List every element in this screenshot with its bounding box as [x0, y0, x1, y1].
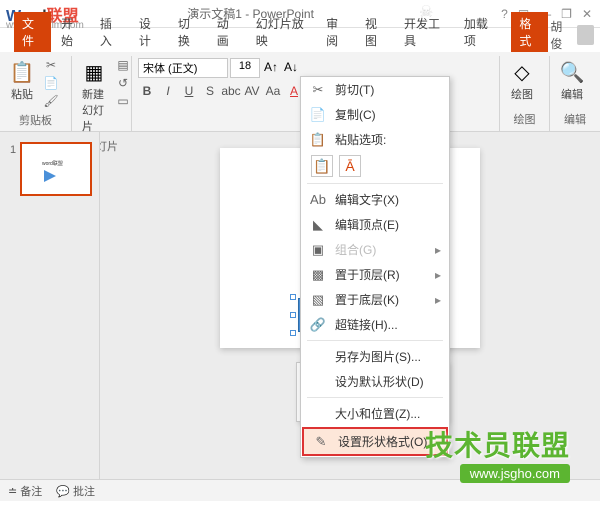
ctx-edit-points[interactable]: ◣编辑顶点(E) — [301, 212, 449, 237]
tab-insert[interactable]: 插入 — [92, 12, 129, 52]
tab-animations[interactable]: 动画 — [209, 12, 246, 52]
tab-review[interactable]: 审阅 — [318, 12, 355, 52]
increase-font-icon[interactable]: A↑ — [262, 58, 280, 78]
resize-handle[interactable] — [290, 294, 296, 300]
ctx-bring-front[interactable]: ▩置于顶层(R)▸ — [301, 262, 449, 287]
paste-button[interactable]: 📋 粘贴 — [6, 58, 38, 104]
ctx-copy[interactable]: 📄复制(C) — [301, 102, 449, 127]
bring-front-icon: ▩ — [309, 267, 327, 283]
ctx-format-shape[interactable]: ✎设置形状格式(O)... — [302, 427, 448, 456]
ctx-paste-header: 📋粘贴选项: — [301, 127, 449, 152]
ctx-cut[interactable]: ✂剪切(T) — [301, 77, 449, 102]
context-menu: ✂剪切(T) 📄复制(C) 📋粘贴选项: 📋 Ā Ab编辑文字(X) ◣编辑顶点… — [300, 76, 450, 458]
section-icon[interactable]: ▭ — [114, 94, 132, 110]
copy-icon[interactable]: 📄 — [42, 76, 60, 92]
cut-icon[interactable]: ✂ — [42, 58, 60, 74]
ctx-set-default-shape[interactable]: 设为默认形状(D) — [301, 369, 449, 394]
ctx-hyperlink[interactable]: 🔗超链接(H)... — [301, 312, 449, 337]
tab-transitions[interactable]: 切换 — [170, 12, 207, 52]
change-case-button[interactable]: Aa — [264, 82, 282, 100]
scissors-icon: ✂ — [309, 82, 327, 98]
link-icon: 🔗 — [309, 317, 327, 333]
statusbar: ≐ 备注 💬 批注 — [0, 479, 600, 501]
ctx-edit-text[interactable]: Ab编辑文字(X) — [301, 187, 449, 212]
ctx-group[interactable]: ▣组合(G)▸ — [301, 237, 449, 262]
tab-format[interactable]: 格式 — [511, 12, 548, 52]
tab-home[interactable]: 开始 — [53, 12, 90, 52]
drawing-button[interactable]: ◇ 绘图 — [506, 58, 538, 104]
ribbon-tabs: 文件 开始 插入 设计 切换 动画 幻灯片放映 审阅 视图 开发工具 加载项 格… — [0, 28, 600, 52]
user-name[interactable]: 胡俊 — [550, 18, 571, 52]
slide-thumbnail-1[interactable]: 1 word联盟 — [8, 142, 91, 196]
group-drawing-label: 绘图 — [506, 109, 543, 129]
resize-handle[interactable] — [290, 330, 296, 336]
resize-handle[interactable] — [290, 312, 296, 318]
ctx-save-as-picture[interactable]: 另存为图片(S)... — [301, 344, 449, 369]
reset-icon[interactable]: ↺ — [114, 76, 132, 92]
thumbnail-pane[interactable]: 1 word联盟 — [0, 132, 100, 488]
bold-button[interactable]: B — [138, 82, 156, 100]
edit-text-icon: Ab — [309, 192, 327, 207]
decrease-font-icon[interactable]: A↓ — [282, 58, 300, 78]
ctx-send-back[interactable]: ▧置于底层(K)▸ — [301, 287, 449, 312]
ctx-size-position[interactable]: 大小和位置(Z)... — [301, 401, 449, 426]
format-painter-icon[interactable]: 🖌 — [42, 94, 60, 110]
new-slide-button[interactable]: ▦ 新建 幻灯片 — [78, 58, 110, 136]
strikethrough-button[interactable]: abc — [222, 82, 240, 100]
paste-option-theme[interactable]: 📋 — [311, 155, 333, 177]
new-slide-icon: ▦ — [82, 60, 106, 84]
group-icon: ▣ — [309, 242, 327, 258]
find-icon: 🔍 — [560, 60, 584, 84]
tab-view[interactable]: 视图 — [357, 12, 394, 52]
edit-points-icon: ◣ — [309, 217, 327, 233]
clipboard-icon: 📋 — [10, 60, 34, 84]
char-spacing-button[interactable]: AV — [243, 82, 261, 100]
paste-icon: 📋 — [309, 132, 327, 148]
italic-button[interactable]: I — [159, 82, 177, 100]
avatar[interactable] — [577, 25, 594, 45]
tab-slideshow[interactable]: 幻灯片放映 — [248, 12, 316, 52]
send-back-icon: ▧ — [309, 292, 327, 308]
font-size-combo[interactable]: 18 — [230, 58, 260, 78]
decoration-skull: ☠ — [419, 2, 433, 22]
tab-addins[interactable]: 加载项 — [456, 12, 503, 52]
notes-toggle[interactable]: ≐ 备注 — [8, 483, 42, 499]
group-clipboard-label: 剪贴板 — [6, 110, 65, 130]
paste-option-text[interactable]: Ā — [339, 155, 361, 177]
tab-design[interactable]: 设计 — [131, 12, 168, 52]
group-editing-label: 编辑 — [556, 109, 594, 129]
comments-toggle[interactable]: 💬 批注 — [56, 483, 95, 499]
shadow-button[interactable]: S — [201, 82, 219, 100]
underline-button[interactable]: U — [180, 82, 198, 100]
editing-button[interactable]: 🔍 编辑 — [556, 58, 588, 104]
layout-icon[interactable]: ▤ — [114, 58, 132, 74]
format-shape-icon: ✎ — [312, 434, 330, 450]
font-name-combo[interactable]: 宋体 (正文) — [138, 58, 228, 78]
copy-icon: 📄 — [309, 107, 327, 123]
shapes-icon: ◇ — [510, 60, 534, 84]
tab-file[interactable]: 文件 — [14, 12, 51, 52]
mini-arrow-icon — [44, 170, 62, 182]
